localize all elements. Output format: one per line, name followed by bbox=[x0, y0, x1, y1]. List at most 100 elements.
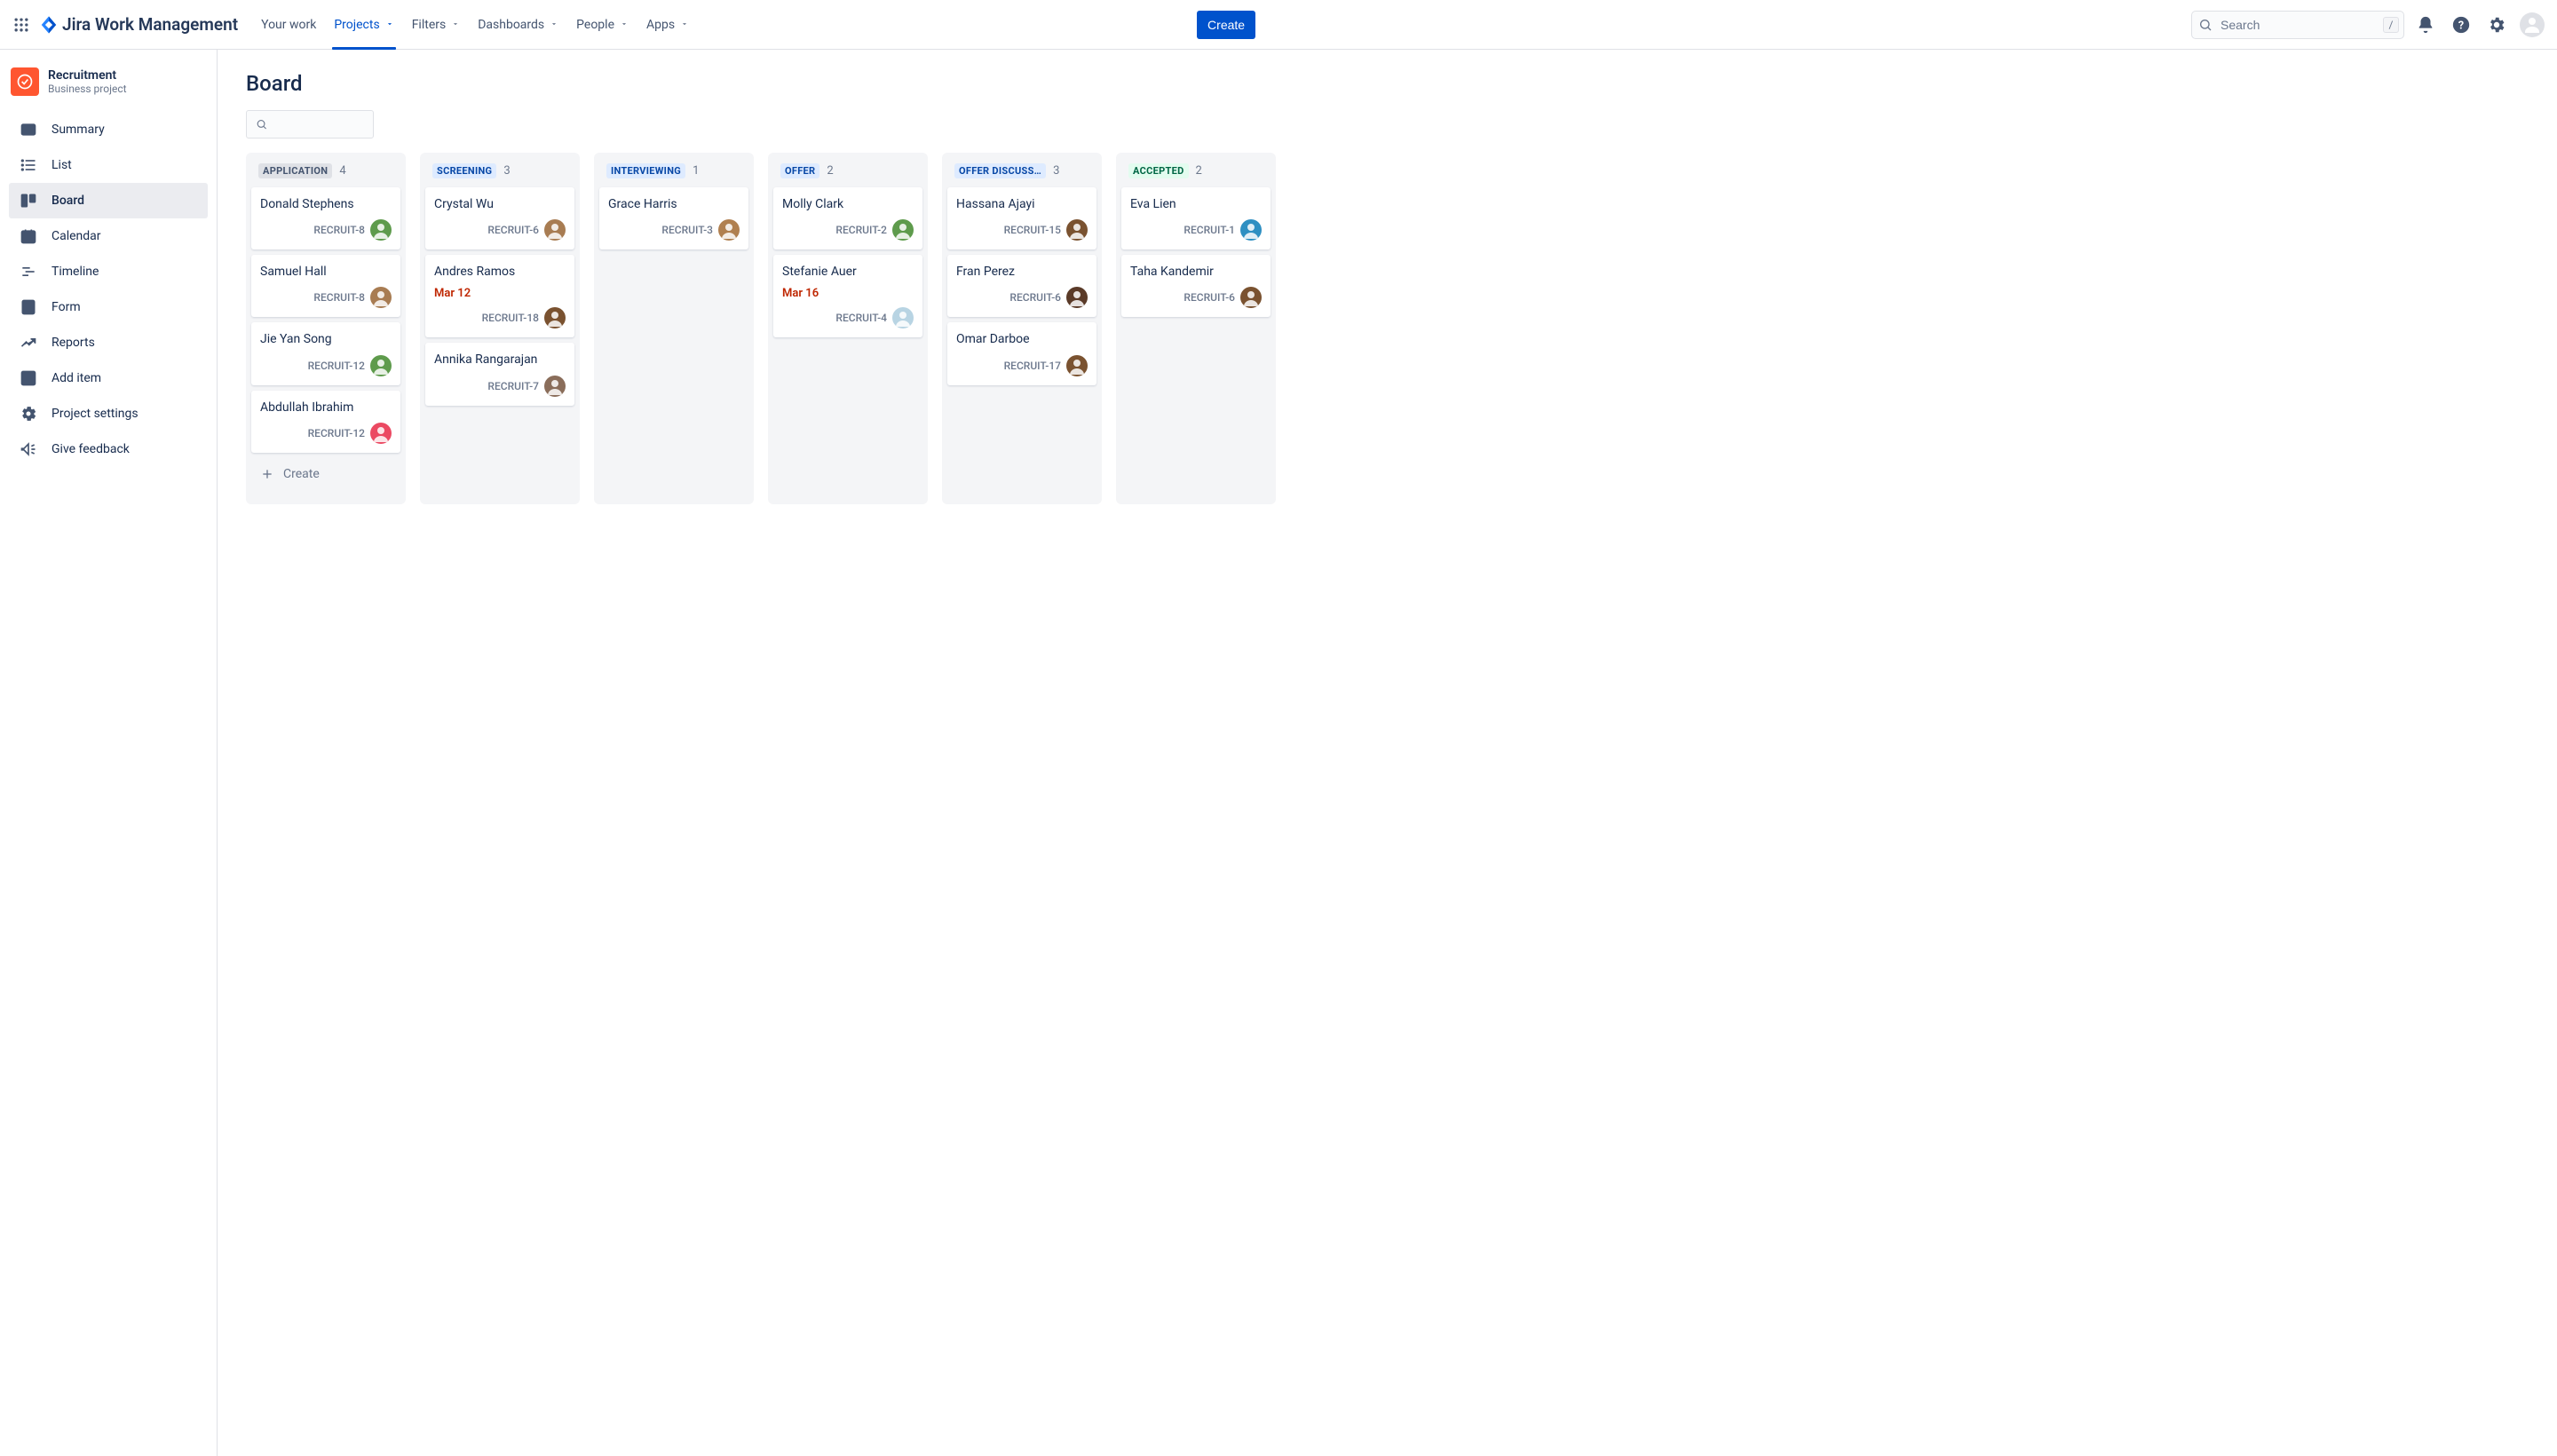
card-key: RECRUIT-8 bbox=[313, 291, 365, 304]
assignee-avatar[interactable] bbox=[370, 287, 392, 308]
card-footer: RECRUIT-1 bbox=[1130, 219, 1262, 241]
card-title: Samuel Hall bbox=[260, 264, 392, 280]
create-card-button[interactable]: Create bbox=[251, 460, 400, 488]
chevron-down-icon bbox=[385, 18, 394, 32]
column-header[interactable]: OFFER DISCUSS… 3 bbox=[947, 163, 1096, 187]
board-card[interactable]: Eva Lien RECRUIT-1 bbox=[1121, 187, 1271, 249]
assignee-avatar[interactable] bbox=[1240, 219, 1262, 241]
assignee-avatar[interactable] bbox=[544, 307, 566, 328]
topnav-item-projects[interactable]: Projects bbox=[325, 0, 402, 50]
board-card[interactable]: Jie Yan Song RECRUIT-12 bbox=[251, 322, 400, 384]
form-icon bbox=[18, 297, 39, 318]
sidebar-item-timeline[interactable]: Timeline bbox=[9, 254, 208, 289]
card-key: RECRUIT-6 bbox=[1009, 291, 1061, 304]
plus-icon bbox=[260, 467, 274, 481]
column-header[interactable]: APPLICATION4 bbox=[251, 163, 400, 187]
column-title-badge: OFFER DISCUSS… bbox=[954, 163, 1046, 178]
column-count: 3 bbox=[1053, 164, 1059, 178]
assignee-avatar[interactable] bbox=[370, 219, 392, 241]
board-search[interactable] bbox=[246, 110, 374, 138]
assignee-avatar[interactable] bbox=[544, 219, 566, 241]
board-card[interactable]: Hassana AjayiRECRUIT-15 bbox=[947, 187, 1096, 249]
topnav-item-filters[interactable]: Filters bbox=[403, 0, 470, 50]
assignee-avatar[interactable] bbox=[544, 376, 566, 397]
sidebar-item-settings[interactable]: Project settings bbox=[9, 396, 208, 431]
assignee-avatar[interactable] bbox=[370, 423, 392, 444]
assignee-avatar[interactable] bbox=[718, 219, 740, 241]
sidebar-item-add[interactable]: Add item bbox=[9, 360, 208, 396]
column-header[interactable]: OFFER2 bbox=[773, 163, 922, 187]
board-card[interactable]: Donald StephensRECRUIT-8 bbox=[251, 187, 400, 249]
sidebar-item-label: Board bbox=[51, 194, 84, 208]
assignee-avatar[interactable] bbox=[1240, 287, 1262, 308]
profile-avatar[interactable] bbox=[2518, 11, 2546, 39]
card-title: Grace Harris bbox=[608, 196, 740, 212]
topnav-item-dashboards[interactable]: Dashboards bbox=[469, 0, 567, 50]
card-title: Molly Clark bbox=[782, 196, 914, 212]
board-card[interactable]: Annika RangarajanRECRUIT-7 bbox=[425, 343, 574, 405]
assignee-avatar[interactable] bbox=[1066, 355, 1088, 376]
sidebar-item-form[interactable]: Form bbox=[9, 289, 208, 325]
card-key: RECRUIT-15 bbox=[1004, 224, 1061, 236]
chevron-down-icon bbox=[620, 18, 629, 32]
sidebar-item-summary[interactable]: Summary bbox=[9, 112, 208, 147]
assignee-avatar[interactable] bbox=[1066, 287, 1088, 308]
board-icon bbox=[18, 190, 39, 211]
sidebar-item-reports[interactable]: Reports bbox=[9, 325, 208, 360]
project-header[interactable]: Recruitment Business project bbox=[9, 67, 208, 112]
topnav-item-your-work[interactable]: Your work bbox=[252, 0, 325, 50]
card-footer: RECRUIT-4 bbox=[782, 307, 914, 328]
card-title: Annika Rangarajan bbox=[434, 352, 566, 368]
topnav-label: Your work bbox=[261, 18, 316, 32]
card-key: RECRUIT-2 bbox=[835, 224, 887, 236]
board-card[interactable]: Samuel Hall RECRUIT-8 bbox=[251, 255, 400, 317]
search-icon bbox=[2198, 18, 2213, 32]
board-card[interactable]: Abdullah IbrahimRECRUIT-12 bbox=[251, 391, 400, 453]
column-header[interactable]: SCREENING3 bbox=[425, 163, 574, 187]
app-switcher-icon[interactable] bbox=[11, 14, 32, 36]
sidebar-item-list[interactable]: List bbox=[9, 147, 208, 183]
board-card[interactable]: Stefanie AuerMar 16RECRUIT-4 bbox=[773, 255, 922, 337]
board-column: OFFER2 Molly Clark RECRUIT-2 Stefanie AuerM… bbox=[768, 153, 928, 504]
product-logo[interactable]: Jira Work Management bbox=[39, 14, 238, 35]
topnav-item-apps[interactable]: Apps bbox=[637, 0, 698, 50]
card-key: RECRUIT-1 bbox=[1184, 224, 1235, 236]
search-input[interactable] bbox=[2191, 11, 2404, 39]
notifications-icon[interactable] bbox=[2411, 11, 2440, 39]
board-card[interactable]: Fran PerezRECRUIT-6 bbox=[947, 255, 1096, 317]
topnav-item-people[interactable]: People bbox=[567, 0, 637, 50]
sidebar: Recruitment Business project SummaryList… bbox=[0, 50, 218, 1456]
board-card[interactable]: Grace HarrisRECRUIT-3 bbox=[599, 187, 748, 249]
column-header[interactable]: INTERVIEWING1 bbox=[599, 163, 748, 187]
board-card[interactable]: Crystal WuRECRUIT-6 bbox=[425, 187, 574, 249]
sidebar-item-label: Project settings bbox=[51, 407, 139, 421]
sidebar-item-calendar[interactable]: Calendar bbox=[9, 218, 208, 254]
create-button[interactable]: Create bbox=[1197, 11, 1255, 39]
create-card-label: Create bbox=[283, 467, 320, 481]
assignee-avatar[interactable] bbox=[370, 355, 392, 376]
card-title: Eva Lien bbox=[1130, 196, 1262, 212]
help-icon[interactable]: ? bbox=[2447, 11, 2475, 39]
board-card[interactable]: Molly Clark RECRUIT-2 bbox=[773, 187, 922, 249]
board-card[interactable]: Omar DarboeRECRUIT-17 bbox=[947, 322, 1096, 384]
board-search-input[interactable] bbox=[274, 117, 364, 131]
sidebar-item-board[interactable]: Board bbox=[9, 183, 208, 218]
settings-icon[interactable] bbox=[2482, 11, 2511, 39]
card-title: Jie Yan Song bbox=[260, 331, 392, 347]
column-count: 3 bbox=[503, 164, 510, 178]
topnav: Your work ProjectsFiltersDashboardsPeople… bbox=[252, 0, 1188, 50]
card-due-date: Mar 12 bbox=[434, 287, 566, 300]
card-key: RECRUIT-12 bbox=[308, 360, 365, 372]
card-footer: RECRUIT-2 bbox=[782, 219, 914, 241]
board-card[interactable]: Andres RamosMar 12RECRUIT-18 bbox=[425, 255, 574, 337]
board-card[interactable]: Taha KandemirRECRUIT-6 bbox=[1121, 255, 1271, 317]
card-key: RECRUIT-17 bbox=[1004, 360, 1061, 372]
column-header[interactable]: ACCEPTED2 bbox=[1121, 163, 1271, 187]
topnav-label: Apps bbox=[646, 18, 675, 32]
project-type: Business project bbox=[48, 83, 127, 95]
assignee-avatar[interactable] bbox=[1066, 219, 1088, 241]
assignee-avatar[interactable] bbox=[892, 219, 914, 241]
sidebar-item-feedback[interactable]: Give feedback bbox=[9, 431, 208, 467]
search-icon bbox=[256, 117, 267, 131]
assignee-avatar[interactable] bbox=[892, 307, 914, 328]
